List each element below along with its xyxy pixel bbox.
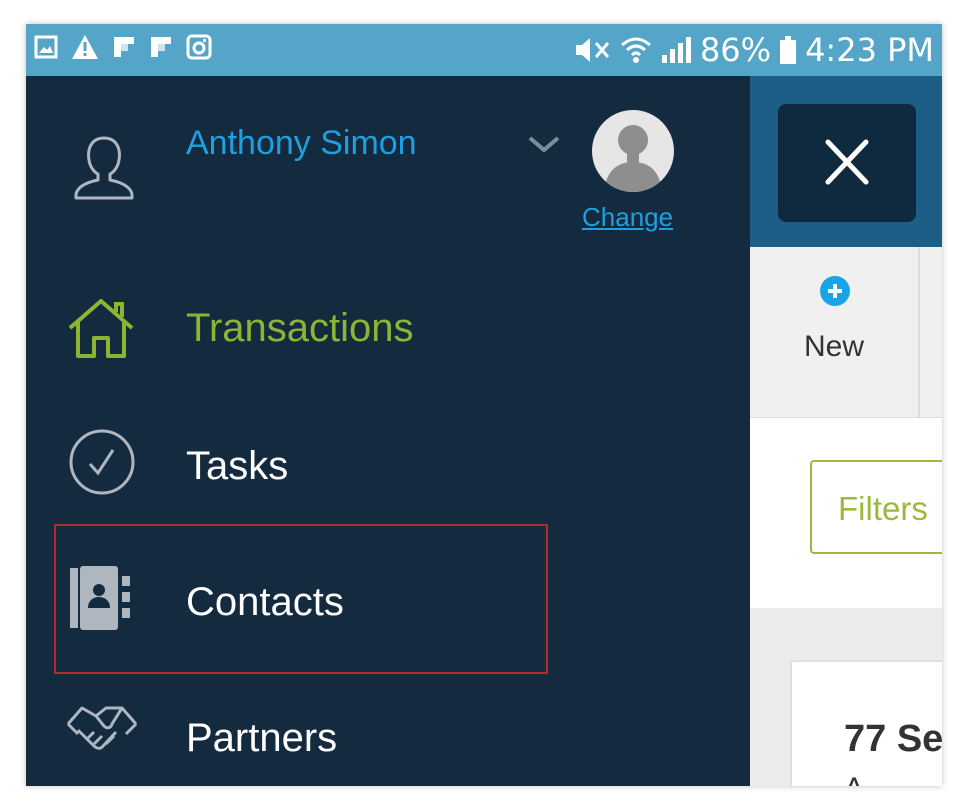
flipboard-icon: [114, 37, 134, 57]
change-photo-link[interactable]: Change: [582, 202, 673, 233]
sidebar-item-label: Transactions: [186, 306, 414, 350]
battery-percent: 86%: [699, 31, 772, 69]
phone-screen: 86% 4:23 PM New Filters 77 Se A Anthony …: [26, 24, 942, 786]
notification-icons: [34, 34, 212, 60]
status-bar: 86% 4:23 PM: [26, 24, 942, 76]
transaction-card-title: 77 Se: [844, 718, 942, 760]
home-icon: [68, 299, 134, 358]
mute-icon: [575, 38, 610, 62]
instagram-icon: [186, 34, 212, 60]
filters-button-label[interactable]: Filters: [838, 490, 928, 528]
clock: 4:23 PM: [805, 31, 934, 69]
sidebar-item-label: Tasks: [186, 444, 289, 488]
signal-icon: [661, 37, 691, 63]
handshake-icon: [66, 706, 138, 750]
gallery-icon: [34, 35, 58, 59]
new-button-label[interactable]: New: [804, 330, 864, 364]
transaction-card-subtitle: A: [844, 772, 864, 786]
plus-icon: [828, 284, 842, 298]
contacts-highlight-box: [54, 524, 548, 674]
sidebar-item-label: Partners: [186, 716, 338, 760]
sidebar-item-partners[interactable]: Partners: [26, 678, 750, 786]
user-profile-icon: [74, 136, 134, 200]
flipboard-icon: [151, 37, 171, 57]
status-indicators: 86% 4:23 PM: [572, 28, 934, 72]
avatar-silhouette-icon: [604, 125, 662, 192]
warning-icon: [72, 35, 98, 59]
toolbar-divider: [918, 247, 920, 417]
battery-icon: [780, 36, 797, 64]
check-circle-icon: [69, 429, 135, 495]
sidebar-item-transactions[interactable]: Transactions: [26, 268, 750, 388]
sidebar-item-tasks[interactable]: Tasks: [26, 406, 750, 526]
close-icon: [825, 139, 869, 185]
user-name[interactable]: Anthony Simon: [186, 124, 417, 163]
close-menu-button[interactable]: [778, 104, 916, 222]
chevron-down-icon[interactable]: [526, 132, 562, 156]
wifi-icon: [620, 37, 651, 63]
avatar[interactable]: [592, 110, 674, 192]
new-button[interactable]: [820, 276, 850, 306]
